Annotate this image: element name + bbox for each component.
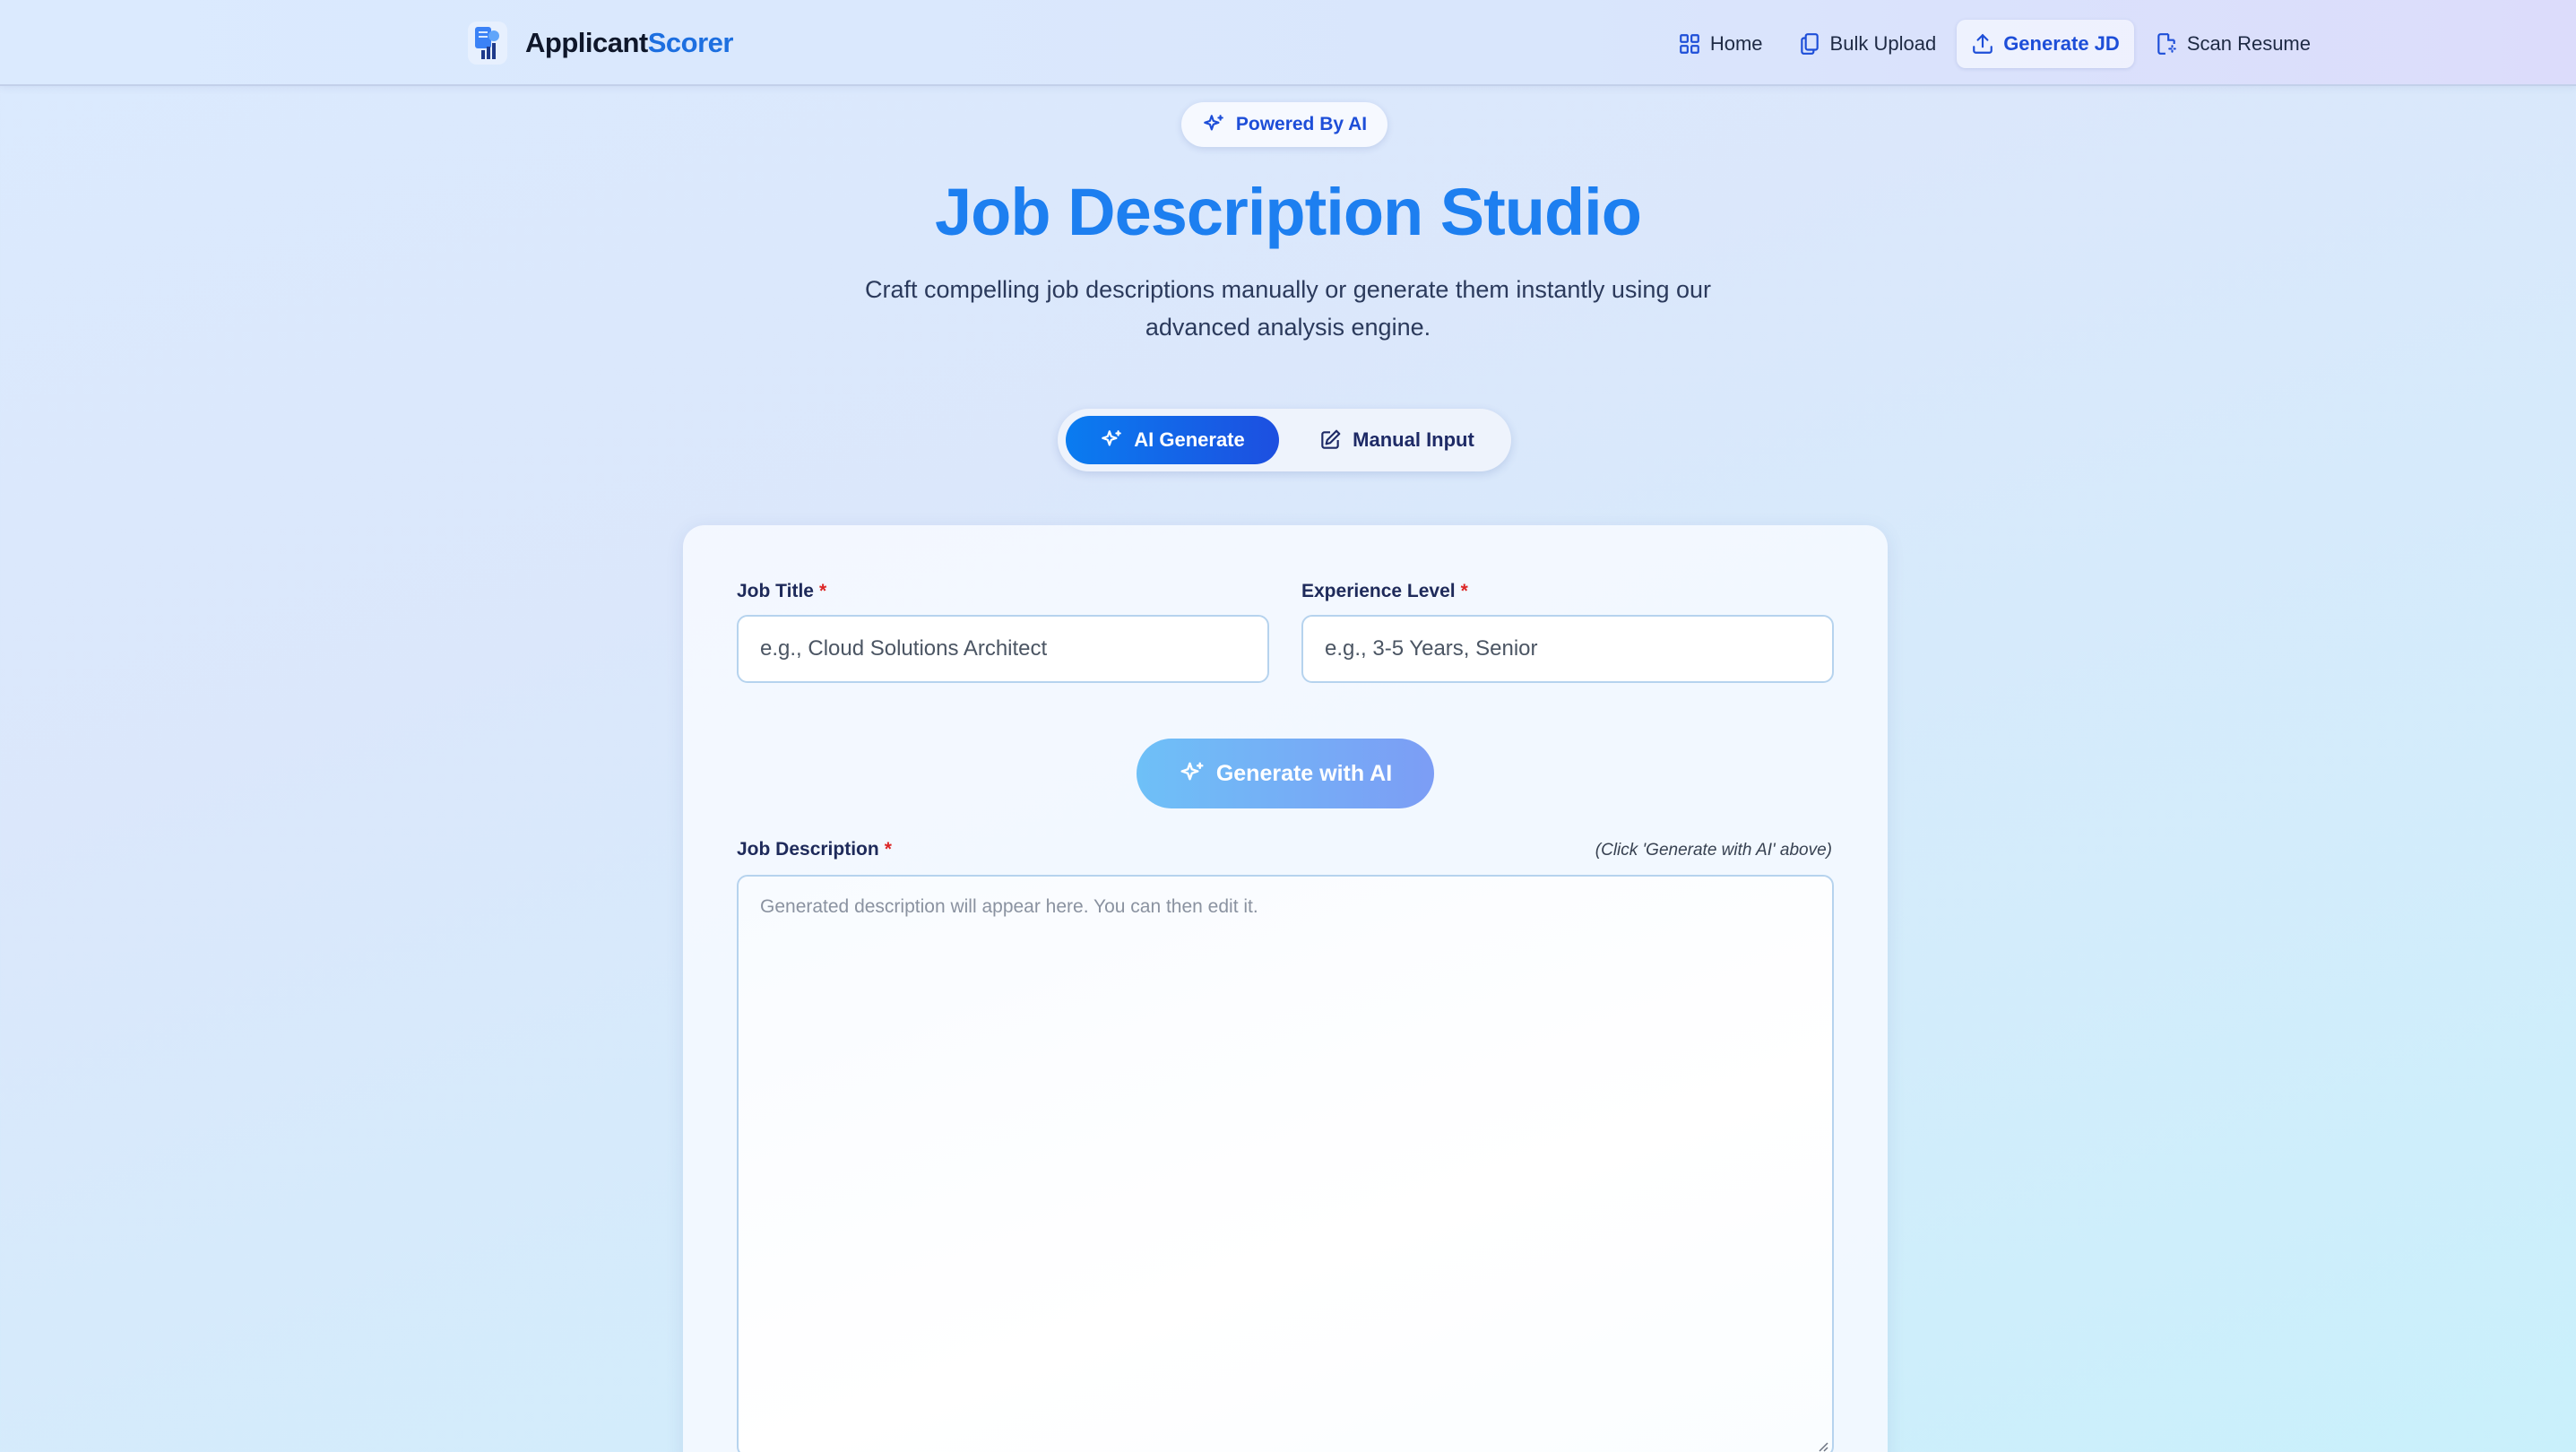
brand-name-first: Applicant (525, 27, 648, 58)
top-navbar: ApplicantScorer Home Bulk Upload Generat… (0, 0, 2576, 86)
nav-links: Home Bulk Upload Generate JD Scan Resume (1657, 20, 2325, 68)
files-icon (1798, 32, 1821, 56)
experience-level-label: Experience Level * (1301, 581, 1468, 602)
edit-icon (1318, 428, 1342, 452)
job-description-form-card: Job Title * e.g., Cloud Solutions Archite… (683, 525, 1888, 1452)
manual-input-tab-label: Manual Input (1353, 428, 1474, 451)
job-description-label-text: Job Description (737, 839, 879, 860)
job-description-textarea[interactable]: Generated description will appear here. … (737, 875, 1834, 1452)
required-mark: * (1460, 581, 1468, 601)
nav-item-scan-resume-label: Scan Resume (2186, 32, 2311, 55)
generate-with-ai-button[interactable]: Generate with AI (1137, 739, 1434, 808)
brand-name: ApplicantScorer (525, 27, 733, 59)
required-mark: * (818, 581, 827, 601)
nav-item-home-label: Home (1709, 32, 1763, 55)
page-title: Job Description Studio (935, 175, 1642, 249)
page-subtitle: Craft compelling job descriptions manual… (865, 276, 1711, 341)
ai-generate-tab-label: AI Generate (1134, 428, 1245, 451)
grid-icon (1678, 32, 1701, 56)
brand[interactable]: ApplicantScorer (468, 22, 733, 65)
sparkles-icon (1179, 760, 1206, 787)
sparkles-icon (1202, 113, 1225, 136)
sparkles-icon (1100, 428, 1123, 452)
job-title-label-text: Job Title (737, 581, 814, 601)
job-description-label: Job Description * (737, 839, 892, 860)
manual-input-tab[interactable]: Manual Input (1292, 416, 1500, 464)
resize-handle-icon[interactable] (1816, 1439, 1828, 1452)
powered-by-ai-badge: Powered By AI (1181, 102, 1387, 147)
experience-level-label-text: Experience Level (1301, 581, 1456, 601)
nav-item-generate-jd-label: Generate JD (2003, 32, 2120, 55)
job-title-input[interactable]: e.g., Cloud Solutions Architect (737, 615, 1269, 683)
job-description-hint: (Click 'Generate with AI' above) (1595, 841, 1832, 860)
powered-by-ai-text: Powered By AI (1235, 114, 1368, 134)
experience-level-input[interactable]: e.g., 3-5 Years, Senior (1301, 615, 1834, 683)
generate-with-ai-label: Generate with AI (1215, 760, 1393, 786)
experience-level-placeholder: e.g., 3-5 Years, Senior (1325, 636, 1538, 661)
job-title-label: Job Title * (737, 581, 826, 602)
nav-item-bulk-upload[interactable]: Bulk Upload (1784, 20, 1951, 68)
brand-name-second: Scorer (647, 27, 734, 58)
upload-icon (1971, 32, 1994, 56)
nav-item-scan-resume[interactable]: Scan Resume (2140, 20, 2325, 68)
mode-toggle: AI Generate Manual Input (1058, 409, 1511, 471)
nav-item-bulk-upload-label: Bulk Upload (1829, 32, 1937, 55)
job-title-placeholder: e.g., Cloud Solutions Architect (760, 636, 1048, 661)
required-mark: * (884, 839, 892, 860)
file-scan-icon (2155, 32, 2178, 56)
job-description-placeholder: Generated description will appear here. … (760, 896, 1258, 917)
resume-chart-icon (468, 22, 507, 65)
nav-item-home[interactable]: Home (1664, 20, 1777, 68)
ai-generate-tab[interactable]: AI Generate (1066, 416, 1279, 464)
nav-item-generate-jd[interactable]: Generate JD (1957, 20, 2134, 68)
